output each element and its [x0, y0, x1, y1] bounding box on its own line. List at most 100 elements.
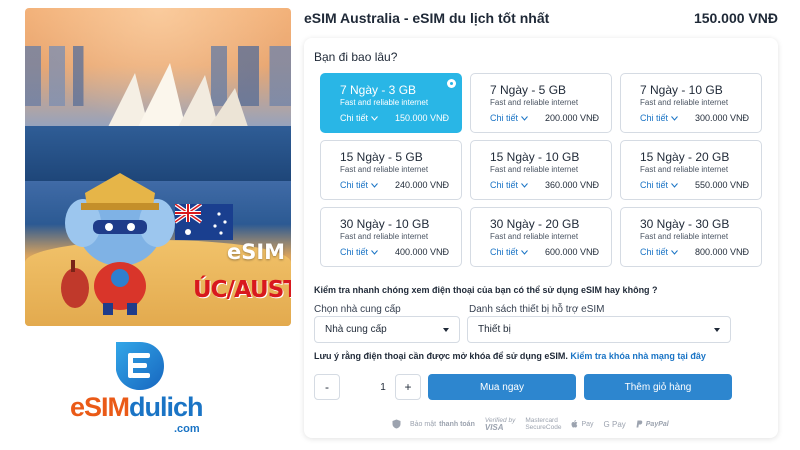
plan-grid: 7 Ngày - 3 GB Fast and reliable internet… — [320, 73, 762, 267]
plan-card[interactable]: 15 Ngày - 20 GB Fast and reliable intern… — [620, 140, 762, 200]
plan-detail-label: Chi tiết — [640, 180, 669, 190]
payment-methods: Bảo mật thanh toán Verified by VISA Mast… — [392, 414, 669, 434]
plan-detail-label: Chi tiết — [640, 113, 669, 123]
plan-price: 200.000 VNĐ — [544, 113, 599, 123]
plan-name: 15 Ngày - 10 GB — [490, 150, 580, 164]
shield-icon — [392, 419, 401, 429]
google-pay-logo: G Pay — [604, 420, 626, 429]
plan-detail-label: Chi tiết — [640, 247, 669, 257]
duration-question: Bạn đi bao lâu? — [314, 50, 398, 64]
plan-price: 800.000 VNĐ — [694, 247, 749, 257]
plan-description: Fast and reliable internet — [490, 165, 579, 174]
plan-price: 400.000 VNĐ — [394, 247, 449, 257]
mastercard-top-text: Mastercard — [525, 417, 558, 424]
purchase-panel: Bạn đi bao lâu? 7 Ngày - 3 GB Fast and r… — [304, 38, 778, 438]
plan-detail-label: Chi tiết — [490, 247, 519, 257]
plan-detail-toggle[interactable]: Chi tiết — [640, 180, 678, 190]
caret-down-icon — [443, 327, 449, 332]
plan-detail-toggle[interactable]: Chi tiết — [340, 113, 378, 123]
plan-name: 7 Ngày - 5 GB — [490, 83, 567, 97]
apple-icon — [571, 420, 578, 428]
plan-price: 360.000 VNĐ — [544, 180, 599, 190]
device-select[interactable]: Thiết bị — [467, 316, 731, 343]
brand-wordmark: eSIMdulich — [70, 392, 204, 423]
secure-payment-badge: Bảo mật thanh toán — [392, 419, 475, 429]
chevron-down-icon — [371, 115, 378, 121]
carrier-lock-check-link[interactable]: Kiểm tra khóa nhà mạng tại đây — [570, 351, 706, 361]
plan-card[interactable]: 7 Ngày - 3 GB Fast and reliable internet… — [320, 73, 462, 133]
plan-card[interactable]: 30 Ngày - 10 GB Fast and reliable intern… — [320, 207, 462, 267]
provider-label: Chọn nhà cung cấp — [314, 304, 401, 315]
australia-flag-illustration — [175, 204, 233, 240]
plan-detail-toggle[interactable]: Chi tiết — [340, 180, 378, 190]
plan-description: Fast and reliable internet — [490, 232, 579, 241]
buy-now-button[interactable]: Mua ngay — [428, 374, 576, 400]
plan-detail-label: Chi tiết — [340, 180, 369, 190]
mastercard-securecode-logo: Mastercard SecureCode — [525, 417, 561, 431]
plan-card[interactable]: 30 Ngày - 20 GB Fast and reliable intern… — [470, 207, 612, 267]
paypal-icon — [636, 420, 643, 428]
plan-description: Fast and reliable internet — [340, 98, 429, 107]
brand-wordmark-part1: eSIM — [70, 392, 130, 422]
chevron-down-icon — [521, 249, 528, 255]
google-pay-text: G Pay — [603, 419, 626, 429]
selected-check-icon — [447, 79, 456, 88]
visa-bottom-text: VISA — [484, 423, 504, 432]
plan-card[interactable]: 7 Ngày - 5 GB Fast and reliable internet… — [470, 73, 612, 133]
product-price: 150.000 VNĐ — [693, 10, 778, 26]
product-image: eSIM ÚC/AUSTRALIA — [25, 8, 291, 326]
secure-payment-strong: thanh toán — [439, 420, 475, 428]
plan-card[interactable]: 7 Ngày - 10 GB Fast and reliable interne… — [620, 73, 762, 133]
plan-name: 30 Ngày - 30 GB — [640, 217, 730, 231]
plan-detail-label: Chi tiết — [340, 247, 369, 257]
unlock-notice-text: Lưu ý rằng điện thoại cần được mở khóa đ… — [314, 351, 568, 361]
plan-description: Fast and reliable internet — [340, 232, 429, 241]
plan-price: 240.000 VNĐ — [394, 180, 449, 190]
plan-card[interactable]: 30 Ngày - 30 GB Fast and reliable intern… — [620, 207, 762, 267]
esim-tag: eSIM — [227, 240, 286, 264]
paypal-logo: PayPal — [636, 420, 669, 428]
apple-pay-text: Pay — [581, 420, 594, 428]
plan-name: 15 Ngày - 5 GB — [340, 150, 423, 164]
plan-card[interactable]: 15 Ngày - 5 GB Fast and reliable interne… — [320, 140, 462, 200]
plan-name: 7 Ngày - 10 GB — [640, 83, 723, 97]
plan-detail-toggle[interactable]: Chi tiết — [640, 113, 678, 123]
plan-detail-toggle[interactable]: Chi tiết — [340, 247, 378, 257]
plan-detail-toggle[interactable]: Chi tiết — [490, 113, 528, 123]
brand-logo[interactable]: eSIMdulich .com — [70, 340, 210, 440]
plan-description: Fast and reliable internet — [640, 232, 729, 241]
chevron-down-icon — [521, 115, 528, 121]
plan-detail-label: Chi tiết — [490, 180, 519, 190]
unlock-notice: Lưu ý rằng điện thoại cần được mở khóa đ… — [314, 351, 706, 361]
provider-select-value: Nhà cung cấp — [325, 324, 387, 335]
plan-detail-label: Chi tiết — [340, 113, 369, 123]
plan-card[interactable]: 15 Ngày - 10 GB Fast and reliable intern… — [470, 140, 612, 200]
plan-detail-toggle[interactable]: Chi tiết — [490, 180, 528, 190]
secure-payment-prefix: Bảo mật — [410, 420, 437, 428]
add-to-cart-button[interactable]: Thêm giỏ hàng — [584, 374, 732, 400]
plan-price: 150.000 VNĐ — [394, 113, 449, 123]
chevron-down-icon — [371, 182, 378, 188]
mastercard-bottom-text: SecureCode — [525, 424, 562, 431]
provider-select[interactable]: Nhà cung cấp — [314, 316, 460, 343]
apple-pay-logo: Pay — [571, 420, 594, 428]
chevron-down-icon — [671, 182, 678, 188]
device-label: Danh sách thiết bị hỗ trợ eSIM — [469, 304, 605, 315]
plan-description: Fast and reliable internet — [640, 165, 729, 174]
elephant-mascot-illustration — [61, 173, 175, 315]
chevron-down-icon — [671, 115, 678, 121]
plan-detail-toggle[interactable]: Chi tiết — [490, 247, 528, 257]
esim-logo-icon — [116, 342, 164, 390]
quantity-decrement-button[interactable]: - — [314, 374, 340, 400]
quantity-increment-button[interactable]: + — [395, 374, 421, 400]
caret-down-icon — [714, 327, 720, 332]
device-select-value: Thiết bị — [478, 324, 511, 335]
chevron-down-icon — [521, 182, 528, 188]
chevron-down-icon — [671, 249, 678, 255]
plan-name: 7 Ngày - 3 GB — [340, 83, 417, 97]
product-title: eSIM Australia - eSIM du lịch tốt nhất — [304, 10, 550, 26]
plan-name: 15 Ngày - 20 GB — [640, 150, 730, 164]
plan-description: Fast and reliable internet — [490, 98, 579, 107]
plan-detail-toggle[interactable]: Chi tiết — [640, 247, 678, 257]
plan-price: 300.000 VNĐ — [694, 113, 749, 123]
